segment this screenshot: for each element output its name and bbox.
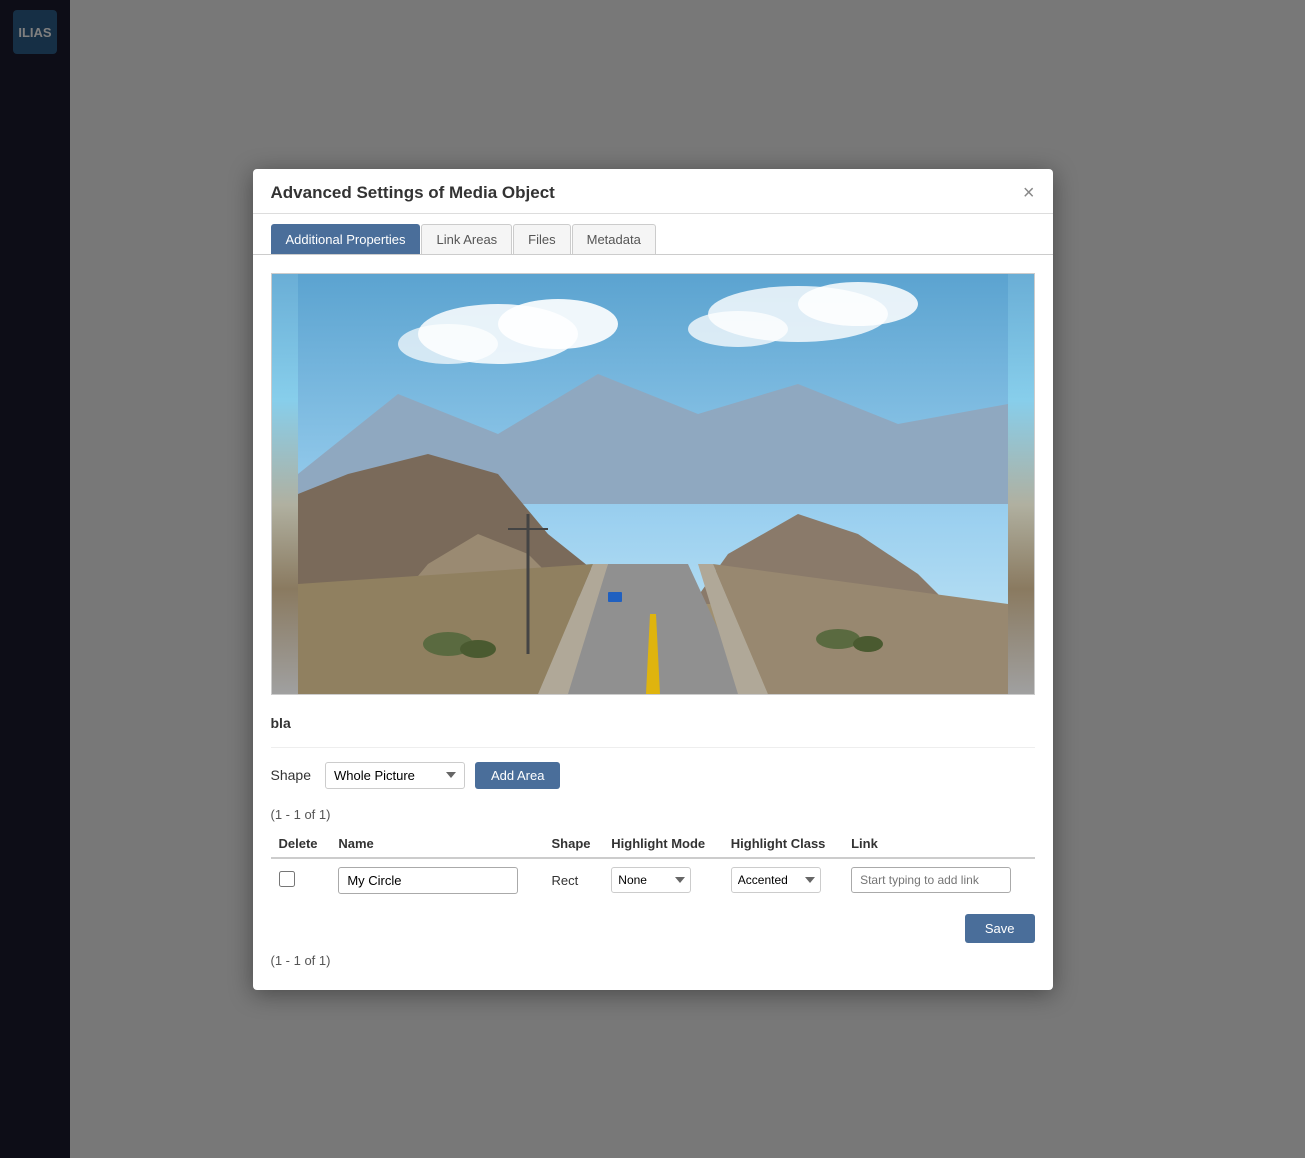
modal-backdrop: Advanced Settings of Media Object × Addi… (0, 0, 1305, 1158)
table-header: Delete Name Shape Highlight Mode Highlig… (271, 830, 1035, 858)
col-highlight-class: Highlight Class (723, 830, 843, 858)
cell-link (843, 858, 1034, 902)
pagination-top: (1 - 1 of 1) (271, 799, 1035, 828)
link-input[interactable] (851, 867, 1011, 893)
pagination-bottom: (1 - 1 of 1) (271, 943, 1035, 972)
tab-metadata[interactable]: Metadata (572, 224, 656, 254)
col-shape: Shape (543, 830, 603, 858)
table-row: Rect None Always Hover Accented (271, 858, 1035, 902)
shape-select[interactable]: Whole Picture Rectangle Circle Polygon (325, 762, 465, 789)
save-button[interactable]: Save (965, 914, 1035, 943)
tabs-bar: Additional Properties Link Areas Files M… (253, 214, 1053, 255)
media-image-container (271, 273, 1035, 695)
modal-header: Advanced Settings of Media Object × (253, 169, 1053, 214)
cell-shape: Rect (543, 858, 603, 902)
col-link: Link (843, 830, 1034, 858)
tab-additional-properties[interactable]: Additional Properties (271, 224, 421, 254)
row-delete-checkbox[interactable] (279, 871, 295, 887)
shape-row: Shape Whole Picture Rectangle Circle Pol… (271, 747, 1035, 799)
link-areas-table: Delete Name Shape Highlight Mode Highlig… (271, 830, 1035, 902)
row-name-input[interactable] (338, 867, 518, 894)
road-image-svg (272, 274, 1034, 694)
cell-highlight-mode: None Always Hover (603, 858, 722, 902)
col-highlight-mode: Highlight Mode (603, 830, 722, 858)
col-name: Name (330, 830, 543, 858)
modal-close-button[interactable]: × (1023, 183, 1035, 203)
cell-highlight-class: Accented Default Info Success Warning Da… (723, 858, 843, 902)
cell-delete (271, 858, 331, 902)
cell-name (330, 858, 543, 902)
media-image (272, 274, 1034, 694)
tab-link-areas[interactable]: Link Areas (421, 224, 512, 254)
add-area-button[interactable]: Add Area (475, 762, 561, 789)
highlight-mode-select[interactable]: None Always Hover (611, 867, 691, 893)
tab-files[interactable]: Files (513, 224, 570, 254)
modal-dialog: Advanced Settings of Media Object × Addi… (253, 169, 1053, 990)
highlight-class-select[interactable]: Accented Default Info Success Warning Da… (731, 867, 821, 893)
col-delete: Delete (271, 830, 331, 858)
row-shape-text: Rect (551, 873, 578, 888)
modal-title: Advanced Settings of Media Object (271, 183, 555, 203)
shape-label: Shape (271, 767, 311, 783)
modal-body: bla Shape Whole Picture Rectangle Circle… (253, 255, 1053, 990)
image-caption: bla (271, 707, 1035, 747)
table-body: Rect None Always Hover Accented (271, 858, 1035, 902)
